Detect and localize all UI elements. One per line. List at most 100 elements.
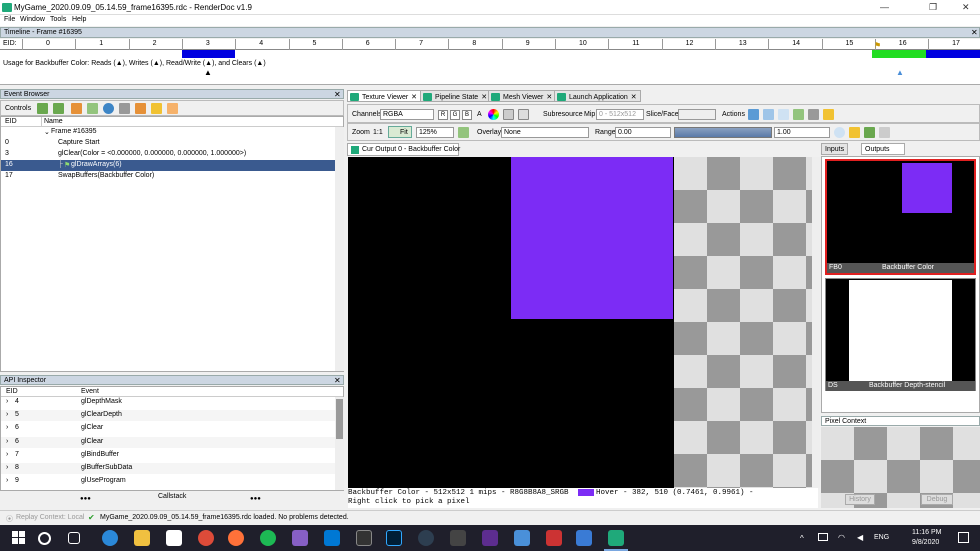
export-icon[interactable] [167,103,178,114]
thumbnail-depth-stencil[interactable]: DS Backbuffer Depth-stencil [825,278,976,391]
zoom-select[interactable]: 125% [416,127,454,138]
event-browser-close-icon[interactable]: ✕ [334,90,341,99]
app-icon[interactable] [482,530,498,546]
volume-icon[interactable]: ◀ [857,533,863,542]
api-row[interactable]: › 8 glBufferSubData [1,463,343,474]
histogram-icon[interactable] [879,127,890,138]
edge-icon[interactable] [102,530,118,546]
channel-r-toggle[interactable]: R [438,110,448,120]
flip-icon[interactable] [458,127,469,138]
event-row[interactable]: ⌄ Frame #16395 [1,127,343,138]
app-icon[interactable] [546,530,562,546]
view-icon[interactable] [778,109,789,120]
reset-icon[interactable] [864,127,875,138]
list-icon[interactable] [119,103,130,114]
photoshop-icon[interactable] [386,530,402,546]
tab-pipeline-state[interactable]: Pipeline State ✕ [420,90,492,102]
tab-launch-application[interactable]: Launch Application ✕ [554,90,641,102]
debug-button[interactable]: Debug [921,494,953,505]
start-icon[interactable] [12,531,25,544]
event-row[interactable]: 0 Capture Start [1,138,343,149]
mip-select[interactable]: 0 - 512x512 [596,109,644,120]
channel-g-toggle[interactable]: G [450,110,460,120]
tab-outputs[interactable]: Outputs [861,143,905,155]
api-inspector-close-icon[interactable]: ✕ [334,376,341,385]
history-button[interactable]: History [845,494,875,505]
autofit-icon[interactable] [849,127,860,138]
dots-right[interactable]: ●●● [250,496,261,502]
channel-a-toggle[interactable]: A [477,111,482,118]
thumbnail-backbuffer-color[interactable]: FB0 Backbuffer Color [825,159,976,275]
event-row-selected[interactable]: 16 ├ ⚑ glDrawArrays(6) [1,160,343,171]
clock-date[interactable]: 9/8/2020 [912,539,939,546]
slice-face-select[interactable] [678,109,716,120]
export-icon[interactable] [823,109,834,120]
close-button[interactable]: ✕ [962,2,970,13]
api-row[interactable]: › 7 glBindBuffer [1,450,343,461]
clock-icon[interactable] [103,103,114,114]
open-icon[interactable] [763,109,774,120]
tab-mesh-viewer[interactable]: Mesh Viewer ✕ [488,90,557,102]
channel-b-toggle[interactable]: B [462,110,472,120]
api-row[interactable]: › 6 glClear [1,436,343,448]
menu-tools[interactable]: Tools [50,16,66,23]
api-row[interactable]: › 9 glUseProgram [1,476,343,487]
texture-viewport[interactable] [348,157,813,488]
range-min-input[interactable]: 0.00 [615,127,671,138]
api-row[interactable]: › 6 glClear [1,423,343,434]
api-scrollbar[interactable] [335,397,344,490]
arrow-left-icon[interactable] [37,103,48,114]
zoom-1to1-button[interactable]: 1:1 [373,129,383,136]
notifications-icon[interactable] [958,532,969,543]
chrome-icon[interactable] [198,530,214,546]
app-icon[interactable] [514,530,530,546]
pixel-context-view[interactable]: History Debug [821,427,980,508]
renderdoc-taskbar-icon[interactable] [608,530,624,546]
overlay-select[interactable]: None [501,127,589,138]
colors-icon[interactable] [135,103,146,114]
task-view-icon[interactable] [68,532,80,544]
timeline-bars[interactable]: ⚑ [0,41,980,59]
battery-icon[interactable] [818,533,828,541]
bookmark-icon[interactable] [71,103,82,114]
checker-icon[interactable] [503,109,514,120]
minimize-button[interactable]: — [880,2,889,12]
timeline-ruler[interactable]: EID: 0 1 2 3 4 5 6 7 8 9 10 11 12 13 14 15 16 17 [0,39,980,50]
timeline-close-icon[interactable]: ✕ [971,28,978,37]
app-icon[interactable] [418,530,434,546]
timeline-draw-marker[interactable] [182,50,235,58]
event-row[interactable]: 3 glClear(Color = <0.000000, 0.000000, 0… [1,149,343,160]
gear-icon[interactable] [518,109,529,120]
menu-file[interactable]: File [4,16,15,23]
clock-time[interactable]: 11:16 PM [912,529,941,536]
explorer-icon[interactable] [134,530,150,546]
zoom-fit-icon[interactable] [834,127,845,138]
visual-studio-icon[interactable] [292,530,308,546]
save-icon[interactable] [748,109,759,120]
tab-texture-viewer[interactable]: Texture Viewer ✕ [347,90,422,102]
menu-window[interactable]: Window [20,16,45,23]
wifi-icon[interactable]: ◠ [838,533,845,542]
spotify-icon[interactable] [260,530,276,546]
range-slider[interactable] [674,127,772,138]
range-max-input[interactable]: 1.00 [774,127,830,138]
vscode-icon[interactable] [324,530,340,546]
store-icon[interactable] [166,530,182,546]
star-icon[interactable] [151,103,162,114]
callstack-label[interactable]: Callstack [158,493,186,500]
refresh-icon[interactable] [793,109,804,120]
link-icon[interactable] [808,109,819,120]
tray-chevron-icon[interactable]: ^ [800,534,804,543]
timeline-selected-marker[interactable] [872,50,926,58]
event-row[interactable]: 17 SwapBuffers(Backbuffer Color) [1,171,343,182]
app-icon[interactable] [450,530,466,546]
fit-toggle[interactable]: Fit [388,126,412,138]
timeline-end-marker[interactable] [926,50,980,58]
epic-games-icon[interactable] [356,530,372,546]
search-icon[interactable] [38,532,51,545]
api-row[interactable]: › 4 glDepthMask [1,397,343,408]
maximize-button[interactable]: ❐ [929,2,937,13]
channels-select[interactable]: RGBA [380,109,434,120]
api-row[interactable]: › 5 glClearDepth [1,410,343,422]
flag-icon[interactable] [87,103,98,114]
